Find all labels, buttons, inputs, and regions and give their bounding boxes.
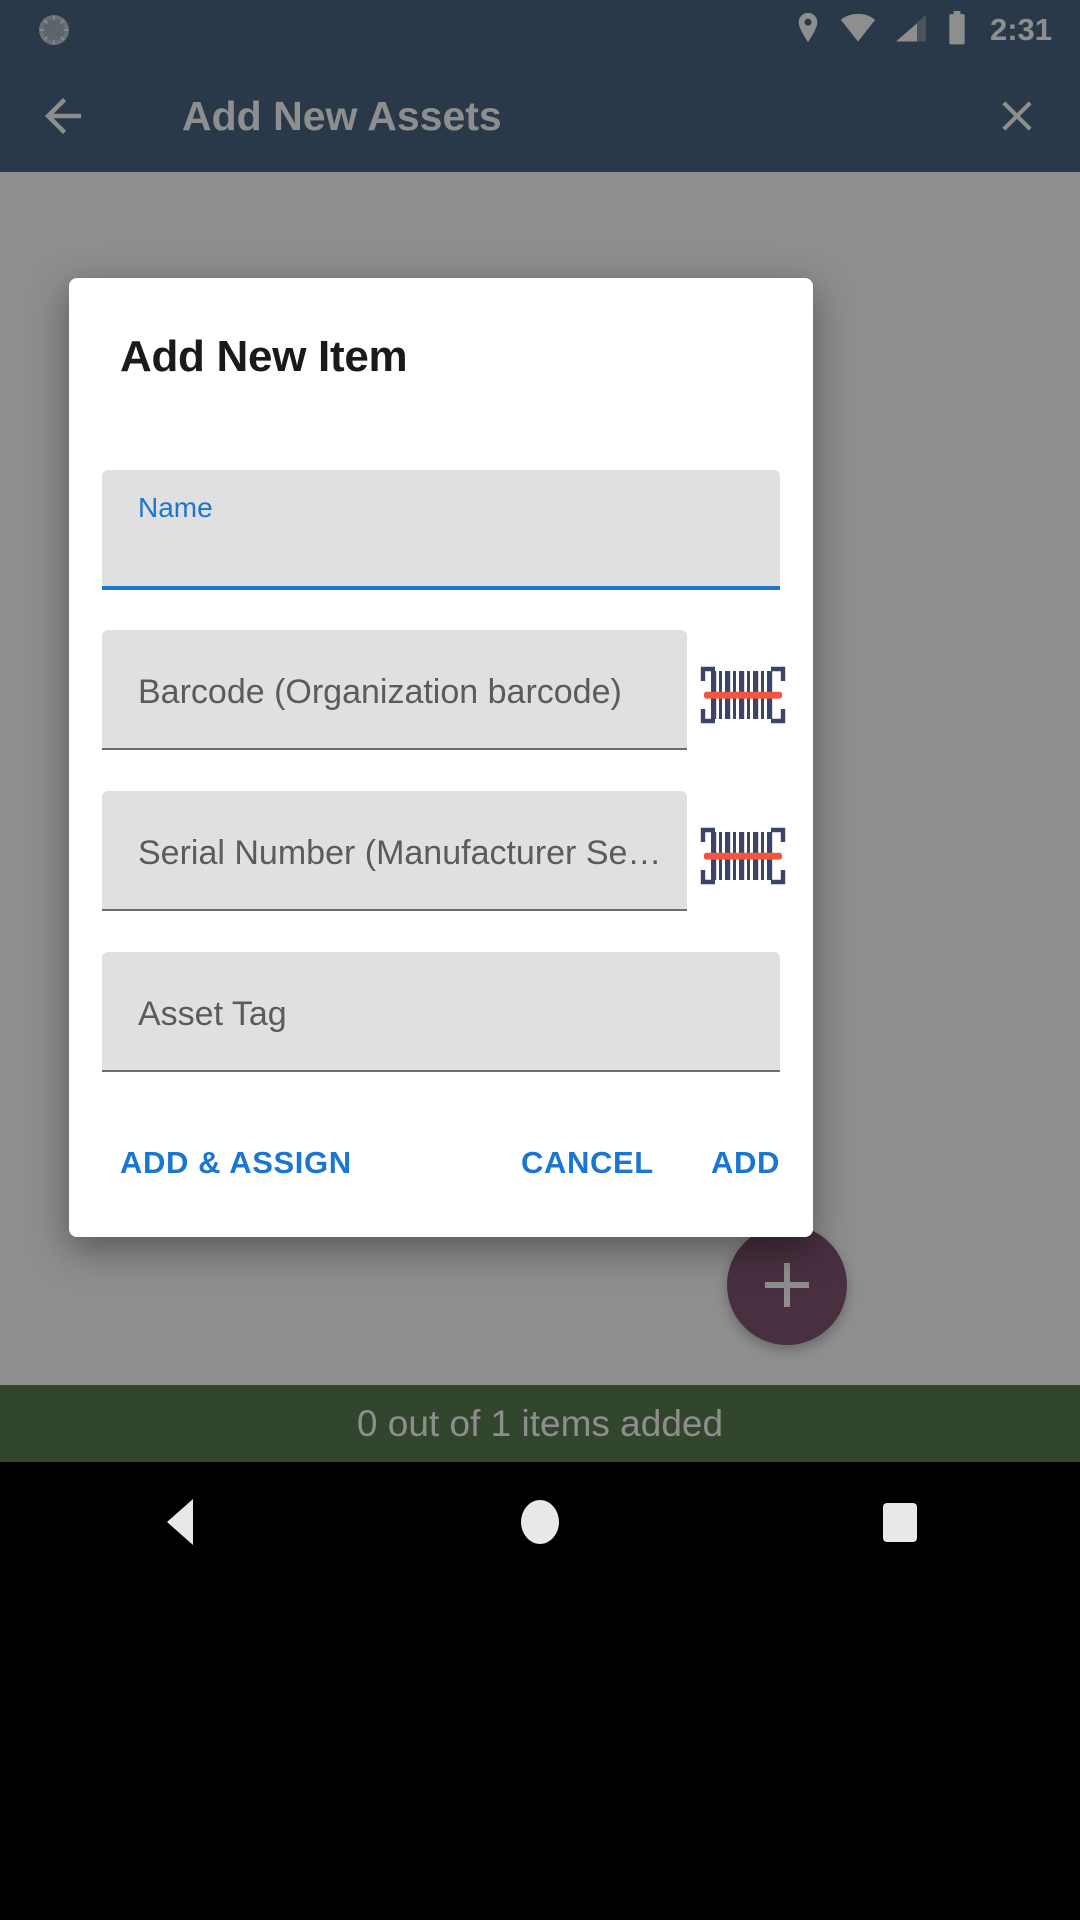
nav-home-button[interactable] bbox=[360, 1500, 720, 1544]
asset-tag-input-label: Asset Tag bbox=[138, 995, 287, 1033]
barcode-scan-icon[interactable] bbox=[695, 801, 791, 911]
name-input-underline bbox=[102, 586, 780, 590]
serial-number-input[interactable]: Serial Number (Manufacturer Se… bbox=[102, 791, 687, 911]
serial-number-input-label: Serial Number (Manufacturer Se… bbox=[138, 834, 662, 872]
nav-home-icon bbox=[521, 1500, 559, 1544]
add-and-assign-button[interactable]: ADD & ASSIGN bbox=[120, 1145, 352, 1181]
asset-tag-input-underline bbox=[102, 1070, 780, 1072]
asset-tag-field-row: Asset Tag bbox=[102, 952, 780, 1072]
dialog-actions: ADD & ASSIGN CANCEL ADD bbox=[69, 1107, 813, 1237]
phone-screen: 0 out of 1 items added Add New Assets bbox=[0, 0, 1080, 1920]
name-field-row: Name bbox=[102, 470, 780, 590]
cancel-button[interactable]: CANCEL bbox=[521, 1145, 654, 1181]
barcode-field-row: Barcode (Organization barcode) bbox=[102, 630, 791, 750]
asset-tag-input[interactable]: Asset Tag bbox=[102, 952, 780, 1072]
add-button[interactable]: ADD bbox=[711, 1145, 780, 1181]
serial-number-field-row: Serial Number (Manufacturer Se… bbox=[102, 791, 791, 911]
barcode-input[interactable]: Barcode (Organization barcode) bbox=[102, 630, 687, 750]
nav-recents-icon bbox=[883, 1502, 917, 1542]
barcode-input-label: Barcode (Organization barcode) bbox=[138, 673, 622, 711]
name-input-label: Name bbox=[138, 492, 213, 523]
nav-back-button[interactable] bbox=[0, 1499, 360, 1545]
add-new-item-dialog: Add New Item Name Barcode (Organization … bbox=[69, 278, 813, 1237]
android-navigation-bar bbox=[0, 1462, 1080, 1920]
nav-back-icon bbox=[167, 1499, 193, 1545]
nav-recents-button[interactable] bbox=[720, 1502, 1080, 1542]
serial-number-input-underline bbox=[102, 909, 687, 911]
barcode-scan-icon[interactable] bbox=[695, 640, 791, 750]
dialog-title: Add New Item bbox=[120, 332, 408, 381]
barcode-input-underline bbox=[102, 748, 687, 750]
name-input[interactable]: Name bbox=[102, 470, 780, 590]
